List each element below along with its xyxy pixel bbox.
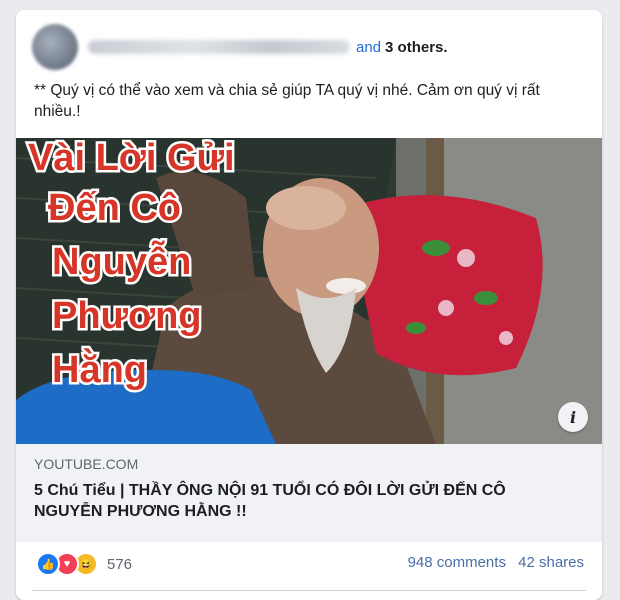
link-title[interactable]: 5 Chú Tiểu | THẦY ÔNG NỘI 91 TUỔI CÓ ĐÔI…: [34, 480, 574, 522]
link-domain: YOUTUBE.COM: [34, 456, 139, 472]
overlay-line-1: Vài Lời Gửi: [28, 138, 235, 179]
thumbnail-image: Vài Lời Gửi Đến Cô Nguyễn Phương Hằng: [16, 138, 602, 444]
divider: [32, 590, 586, 591]
post-header: and 3 others.: [32, 24, 448, 70]
reactions-summary[interactable]: 👍 ♥ 😆 576: [36, 552, 132, 576]
blurred-author-names[interactable]: [88, 40, 350, 54]
overlay-line-2: Đến Cô: [48, 187, 181, 229]
and-text: and: [356, 38, 382, 56]
info-icon[interactable]: i: [558, 402, 588, 432]
post-text: ** Quý vị có thể vào xem và chia sẻ giúp…: [34, 82, 540, 120]
overlay-line-5: Hằng: [52, 347, 147, 391]
author-names: and 3 others.: [88, 39, 448, 56]
post-stats: 948 comments 42 shares: [400, 554, 584, 571]
reaction-count: 576: [107, 555, 133, 573]
like-icon: 👍: [36, 552, 60, 576]
shares-link[interactable]: 42 shares: [518, 554, 584, 571]
video-thumbnail[interactable]: Vài Lời Gửi Đến Cô Nguyễn Phương Hằng i: [16, 138, 602, 444]
overlay-line-4: Phương: [52, 295, 202, 337]
avatar[interactable]: [32, 24, 78, 70]
comments-link[interactable]: 948 comments: [408, 554, 506, 571]
overlay-line-3: Nguyễn: [52, 239, 191, 283]
others-link[interactable]: 3 others.: [385, 39, 448, 56]
post-card: and 3 others. ** Quý vị có thể vào xem v…: [16, 10, 602, 600]
link-preview[interactable]: YOUTUBE.COM 5 Chú Tiểu | THẦY ÔNG NỘI 91…: [16, 444, 602, 542]
